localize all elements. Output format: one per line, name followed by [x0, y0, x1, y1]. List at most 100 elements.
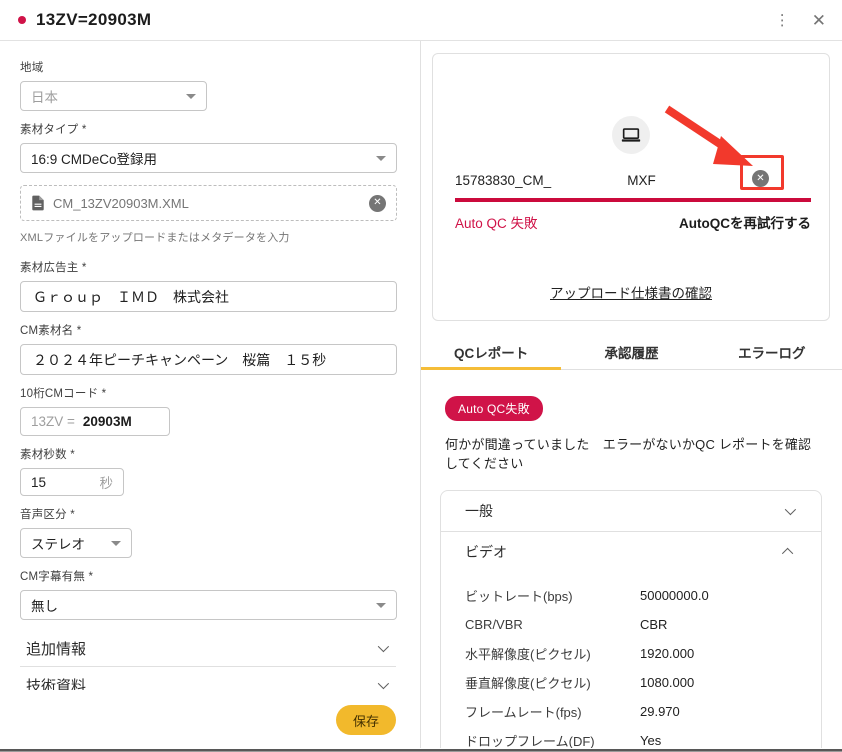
xml-file-name: CM_13ZV20903M.XML	[53, 196, 361, 211]
detail-row: ドロップフレーム(DF) Yes	[441, 726, 821, 750]
qc-tabs: QCレポート 承認履歴 エラーログ	[421, 335, 842, 370]
detail-label: フレームレート(fps)	[465, 702, 582, 721]
detail-value: Yes	[640, 733, 661, 748]
detail-label: ビットレート(bps)	[465, 586, 573, 605]
cm-code-prefix: 13ZV =	[31, 414, 75, 429]
chevron-down-icon	[376, 156, 386, 161]
audio-select[interactable]: ステレオ	[20, 528, 132, 558]
auto-qc-fail-badge: Auto QC失敗	[445, 396, 543, 421]
cm-name-field: CM素材名 *	[20, 322, 396, 375]
video-section-label: ビデオ	[465, 542, 507, 562]
audio-field: 音声区分 * ステレオ	[20, 506, 396, 558]
qc-error-message: 何かが間違っていました エラーがないかQC レポートを確認してください	[445, 434, 818, 472]
region-field: 地域 日本	[20, 59, 396, 111]
uploaded-file-extension: MXF	[627, 173, 656, 188]
detail-row: 水平解像度(ピクセル) 1920.000	[441, 639, 821, 668]
duration-field: 素材秒数 * 15 秒	[20, 446, 396, 496]
detail-value: 29.970	[640, 704, 680, 719]
additional-info-label: 追加情報	[26, 638, 86, 659]
upload-qc-panel: 15783830_CM_ MXF ✕ Auto QC 失敗 AutoQCを再試行…	[421, 41, 842, 750]
cm-code-input[interactable]: 13ZV = 20903M	[20, 407, 170, 436]
cm-code-label: 10桁CMコード *	[20, 385, 396, 401]
subtitle-label: CM字幕有無 *	[20, 568, 396, 584]
cm-code-value: 20903M	[83, 414, 132, 429]
duration-input[interactable]: 15 秒	[20, 468, 124, 496]
save-button[interactable]: 保存	[336, 705, 396, 735]
video-section-accordion[interactable]: ビデオ	[441, 531, 821, 571]
detail-label: 水平解像度(ピクセル)	[465, 644, 591, 663]
detail-value: 50000000.0	[640, 588, 709, 603]
material-type-value: 16:9 CMDeCo登録用	[31, 148, 157, 168]
tab-error-log[interactable]: エラーログ	[702, 335, 842, 369]
duration-label: 素材秒数 *	[20, 446, 396, 462]
chevron-down-icon	[111, 541, 121, 546]
file-document-icon	[31, 195, 45, 211]
advertiser-field: 素材広告主 *	[20, 259, 396, 312]
cm-code-field: 10桁CMコード * 13ZV = 20903M	[20, 385, 396, 436]
metadata-form-panel: 地域 日本 素材タイプ * 16:9 CMDeCo登録用	[0, 41, 421, 750]
general-section-label: 一般	[465, 501, 493, 521]
advertiser-label: 素材広告主 *	[20, 259, 396, 275]
general-section-accordion[interactable]: 一般	[441, 491, 821, 531]
retry-autoqc-button[interactable]: AutoQCを再試行する	[679, 212, 811, 232]
cm-name-input[interactable]	[20, 344, 397, 375]
qc-report-card: 一般 ビデオ ビットレート(bps) 50000000.0 CBR/VBR CB…	[440, 490, 822, 750]
audio-label: 音声区分 *	[20, 506, 396, 522]
close-icon[interactable]: ✕	[812, 12, 826, 29]
chevron-down-icon	[376, 603, 386, 608]
kebab-menu-icon[interactable]: ⋮	[775, 13, 790, 28]
detail-row: ビットレート(bps) 50000000.0	[441, 581, 821, 610]
detail-value: CBR	[640, 617, 667, 632]
cm-name-label: CM素材名 *	[20, 322, 396, 338]
form-footer: 保存	[0, 690, 420, 750]
detail-value: 1920.000	[640, 646, 694, 661]
additional-info-accordion[interactable]: 追加情報	[20, 630, 396, 667]
tab-approval-history[interactable]: 承認履歴	[561, 335, 701, 369]
page-title: 13ZV=20903M	[36, 10, 151, 30]
remove-uploaded-file-icon[interactable]: ✕	[752, 170, 769, 187]
duration-suffix: 秒	[100, 472, 114, 492]
region-label: 地域	[20, 59, 396, 75]
chevron-down-icon	[186, 94, 196, 99]
xml-helper-text: XMLファイルをアップロードまたはメタデータを入力	[20, 229, 396, 245]
advertiser-input[interactable]	[20, 281, 397, 312]
subtitle-value: 無し	[31, 595, 58, 615]
material-type-select[interactable]: 16:9 CMDeCo登録用	[20, 143, 397, 173]
dialog-header: 13ZV=20903M ⋮ ✕	[0, 0, 842, 41]
subtitle-field: CM字幕有無 * 無し	[20, 568, 396, 620]
material-type-label: 素材タイプ *	[20, 121, 396, 137]
device-circle	[612, 116, 650, 154]
status-dot-icon	[18, 16, 26, 24]
detail-row: CBR/VBR CBR	[441, 610, 821, 639]
qc-progress-bar	[455, 198, 811, 202]
region-value: 日本	[31, 86, 58, 106]
material-detail-dialog: 13ZV=20903M ⋮ ✕ 地域 日本 素材タイプ * 16:9	[0, 0, 842, 752]
xml-upload-dropzone[interactable]: CM_13ZV20903M.XML ✕	[20, 185, 397, 221]
chevron-down-icon	[378, 678, 389, 689]
detail-row: 垂直解像度(ピクセル) 1080.000	[441, 668, 821, 697]
duration-value: 15	[31, 475, 46, 490]
upload-spec-link[interactable]: アップロード仕様書の確認	[550, 286, 712, 301]
audio-value: ステレオ	[31, 533, 85, 553]
laptop-icon	[620, 124, 642, 146]
window-bottom-edge	[0, 748, 842, 752]
chevron-down-icon	[378, 641, 389, 652]
material-type-field: 素材タイプ * 16:9 CMDeCo登録用	[20, 121, 396, 173]
technical-docs-accordion[interactable]: 技術資料	[20, 667, 396, 690]
technical-docs-label: 技術資料	[26, 675, 86, 691]
chevron-down-icon	[785, 504, 796, 515]
remove-xml-file-icon[interactable]: ✕	[369, 195, 386, 212]
uploaded-file-row: 15783830_CM_ MXF ✕	[455, 166, 811, 194]
subtitle-select[interactable]: 無し	[20, 590, 397, 620]
chevron-up-icon	[782, 547, 793, 558]
detail-value: 1080.000	[640, 675, 694, 690]
tab-qc-report[interactable]: QCレポート	[421, 335, 561, 369]
video-detail-list: ビットレート(bps) 50000000.0 CBR/VBR CBR 水平解像度…	[441, 571, 821, 750]
upload-status-card: 15783830_CM_ MXF ✕ Auto QC 失敗 AutoQCを再試行…	[432, 53, 830, 321]
detail-row: フレームレート(fps) 29.970	[441, 697, 821, 726]
region-select[interactable]: 日本	[20, 81, 207, 111]
uploaded-file-name: 15783830_CM_	[455, 173, 551, 188]
detail-label: 垂直解像度(ピクセル)	[465, 673, 591, 692]
detail-label: CBR/VBR	[465, 617, 523, 632]
auto-qc-status-text: Auto QC 失敗	[455, 212, 538, 232]
